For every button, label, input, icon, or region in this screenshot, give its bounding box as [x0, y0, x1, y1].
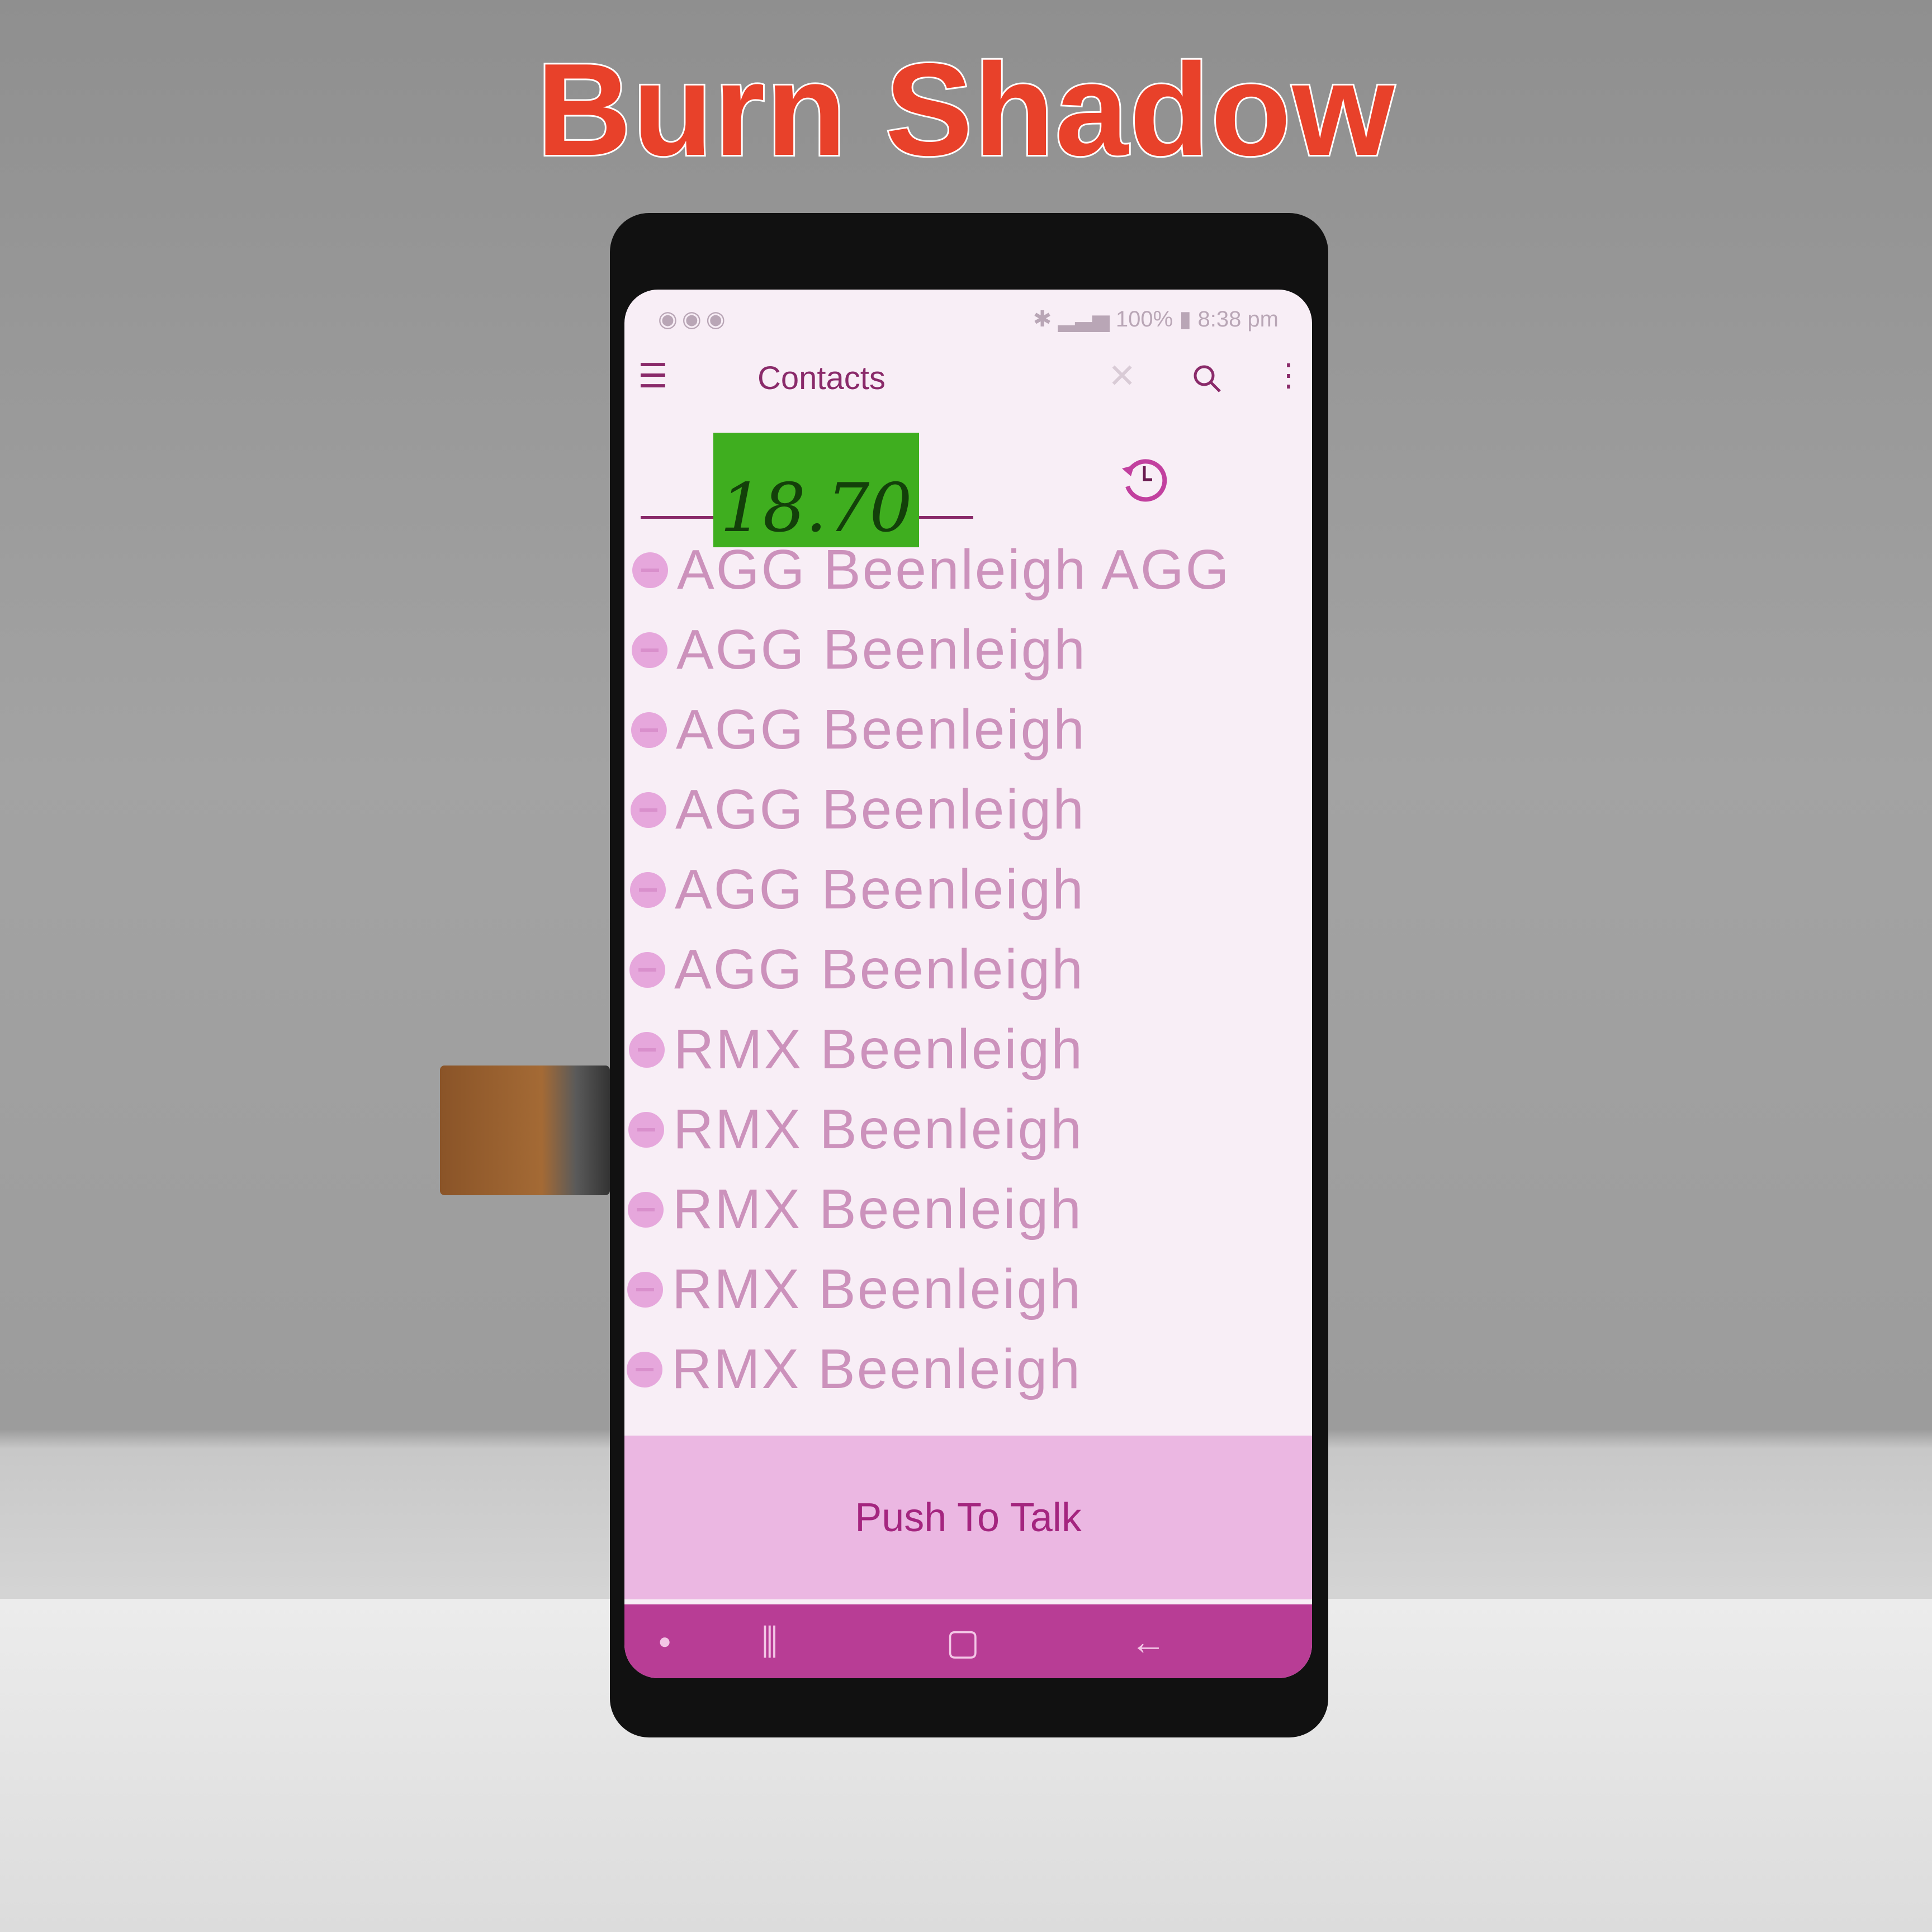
status-bar: ◉◉◉ ✱ ▂▃▅ 100% ▮ 8:38 pm [658, 295, 1290, 334]
list-item[interactable]: RMX Beenleigh [627, 1249, 1082, 1329]
more-vert-icon[interactable]: ⋮ [1273, 357, 1304, 394]
battery-level: 100% [1115, 307, 1173, 332]
list-item[interactable]: RMX Beenleigh [628, 1090, 1083, 1169]
list-item[interactable]: AGG Beenleigh [629, 930, 1085, 1010]
navigation-bar: ● ⫼ ▢ ← [624, 1604, 1312, 1678]
phone-screen: ◉◉◉ ✱ ▂▃▅ 100% ▮ 8:38 pm ☰ Contacts ✕ ⋮ … [624, 290, 1312, 1678]
notification-icons: ◉◉◉ [658, 307, 730, 332]
remove-icon[interactable] [630, 872, 666, 908]
history-icon[interactable] [1117, 452, 1171, 508]
list-item[interactable]: AGG Beenleigh [630, 850, 1085, 930]
remove-icon[interactable] [627, 1271, 663, 1308]
page-title: Contacts [757, 360, 886, 396]
nav-dot-icon[interactable]: ● [658, 1629, 671, 1654]
overlay-title: Burn Shadow [535, 34, 1396, 184]
recent-apps-icon[interactable]: ⫼ [761, 1621, 778, 1663]
remove-icon[interactable] [632, 632, 667, 668]
remove-icon[interactable] [628, 1111, 664, 1148]
search-icon[interactable] [1191, 362, 1224, 399]
remove-icon[interactable] [629, 951, 665, 988]
list-item[interactable]: RMX Beenleigh [628, 1169, 1083, 1249]
list-item[interactable]: RMX Beenleigh [629, 1010, 1084, 1090]
hamburger-icon[interactable]: ☰ [638, 357, 668, 396]
back-icon[interactable]: ← [1130, 1621, 1166, 1663]
clock: 8:38 pm [1197, 307, 1278, 332]
push-to-talk-label: Push To Talk [855, 1495, 1082, 1540]
home-icon[interactable]: ▢ [946, 1621, 979, 1663]
remove-icon[interactable] [631, 712, 667, 748]
remove-icon[interactable] [628, 1191, 664, 1228]
close-icon[interactable]: ✕ [1108, 357, 1136, 396]
list-item[interactable]: AGG Beenleigh [631, 690, 1086, 770]
remove-icon[interactable] [632, 552, 668, 588]
flex-cable [440, 1066, 610, 1195]
list-item[interactable]: AGG Beenleigh [631, 770, 1086, 850]
list-item[interactable]: AGG Beenleigh AGG [632, 530, 1230, 610]
remove-icon[interactable] [631, 792, 666, 828]
remove-icon[interactable] [629, 1031, 665, 1068]
push-to-talk-button[interactable]: Push To Talk [624, 1436, 1312, 1599]
status-right: ✱ ▂▃▅ 100% ▮ 8:38 pm [1033, 307, 1278, 332]
list-item[interactable]: RMX Beenleigh [627, 1329, 1082, 1409]
remove-icon[interactable] [627, 1351, 662, 1388]
list-item[interactable]: AGG Beenleigh [632, 610, 1087, 690]
